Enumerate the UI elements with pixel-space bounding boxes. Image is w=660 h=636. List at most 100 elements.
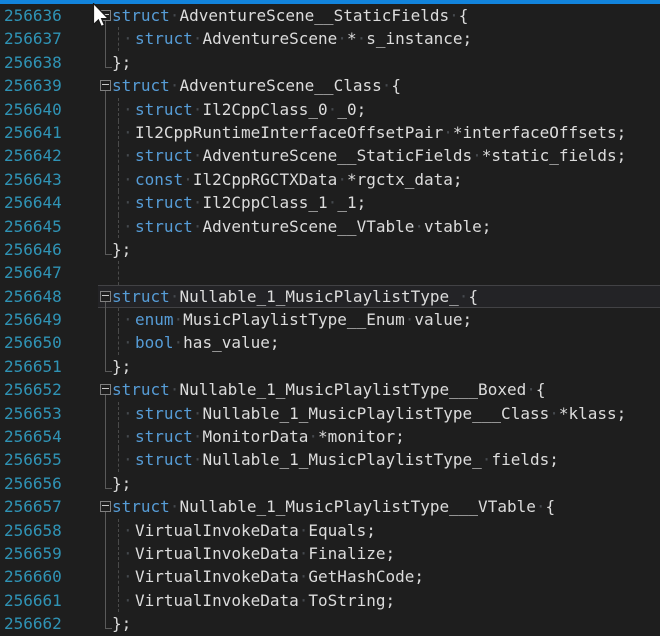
code-text[interactable]: struct·Nullable_1_MusicPlaylistType___Cl… — [112, 402, 660, 425]
line-number: 256657 — [0, 495, 100, 518]
code-text[interactable]: VirtualInvokeData·GetHashCode; — [112, 565, 660, 588]
code-text[interactable]: const·Il2CppRGCTXData·*rgctx_data; — [112, 168, 660, 191]
code-text[interactable]: struct·MonitorData·*monitor; — [112, 425, 660, 448]
keyword-token: struct — [112, 380, 170, 399]
whitespace-dot: · — [328, 193, 338, 212]
code-text[interactable]: struct·Il2CppClass_0·_0; — [112, 98, 660, 121]
identifier-token: }; — [112, 240, 131, 259]
code-text[interactable]: struct·AdventureScene__StaticFields·*sta… — [112, 144, 660, 167]
code-line: 256645struct·AdventureScene__VTable·vtab… — [0, 215, 660, 238]
fold-margin — [100, 331, 112, 354]
keyword-token: struct — [135, 29, 193, 48]
code-text[interactable]: }; — [112, 238, 660, 261]
code-text[interactable]: struct·AdventureScene__Class·{ — [112, 74, 660, 97]
identifier-token: ToString; — [308, 591, 395, 610]
identifier-token: Il2CppClass_0 — [202, 100, 327, 119]
identifier-token: *klass; — [559, 404, 626, 423]
fold-margin — [100, 4, 112, 27]
code-text[interactable]: bool·has_value; — [112, 331, 660, 354]
fold-collapse-icon[interactable] — [100, 384, 111, 395]
fold-margin — [100, 215, 112, 238]
whitespace-dot: · — [549, 404, 559, 423]
identifier-token: _1; — [337, 193, 366, 212]
fold-margin — [100, 238, 112, 261]
fold-margin — [100, 51, 112, 74]
code-text[interactable]: VirtualInvokeData·Equals; — [112, 519, 660, 542]
line-number: 256653 — [0, 402, 100, 425]
code-text[interactable]: enum·MusicPlaylistType__Enum·value; — [112, 308, 660, 331]
line-number: 256648 — [0, 285, 100, 308]
fold-margin — [100, 285, 112, 308]
code-text[interactable]: }; — [112, 51, 660, 74]
keyword-token: struct — [135, 427, 193, 446]
line-number: 256636 — [0, 4, 100, 27]
fold-margin — [100, 565, 112, 588]
identifier-token: VirtualInvokeData — [135, 521, 299, 540]
fold-margin — [100, 589, 112, 612]
code-line: 256646}; — [0, 238, 660, 261]
code-text[interactable]: struct·Nullable_1_MusicPlaylistType_·fie… — [112, 448, 660, 471]
whitespace-dot: · — [299, 591, 309, 610]
line-number: 256661 — [0, 589, 100, 612]
identifier-token: Finalize; — [308, 544, 395, 563]
code-line: 256657 struct·Nullable_1_MusicPlaylistTyp… — [0, 495, 660, 518]
fold-scope-line — [105, 542, 106, 565]
fold-scope-corner — [105, 488, 112, 489]
identifier-token: MusicPlaylistType__Enum — [183, 310, 405, 329]
fold-margin — [100, 27, 112, 50]
code-text[interactable]: struct·AdventureScene__VTable·vtable; — [112, 215, 660, 238]
code-text[interactable]: }; — [112, 472, 660, 495]
indent-tab — [112, 448, 135, 471]
fold-margin — [100, 612, 112, 635]
code-text[interactable] — [112, 261, 660, 284]
fold-scope-corner — [105, 51, 106, 68]
code-text[interactable]: struct·Nullable_1_MusicPlaylistType___VT… — [112, 495, 660, 518]
whitespace-dot: · — [328, 100, 338, 119]
code-text[interactable]: struct·AdventureScene·*·s_instance; — [112, 27, 660, 50]
keyword-token: struct — [135, 193, 193, 212]
fold-margin — [100, 144, 112, 167]
code-line: 256653 struct·Nullable_1_MusicPlaylistTyp… — [0, 402, 660, 425]
fold-scope-corner — [105, 628, 112, 629]
fold-collapse-icon[interactable] — [100, 291, 111, 302]
keyword-token: struct — [135, 217, 193, 236]
line-number: 256659 — [0, 542, 100, 565]
identifier-token: { — [468, 287, 478, 306]
keyword-token: const — [135, 170, 183, 189]
fold-scope-line — [105, 144, 106, 167]
whitespace-dot: · — [337, 170, 347, 189]
code-text[interactable]: VirtualInvokeData·Finalize; — [112, 542, 660, 565]
whitespace-dot: · — [183, 170, 193, 189]
code-text[interactable]: }; — [112, 612, 660, 635]
indent-tab — [112, 542, 135, 565]
identifier-token: AdventureScene__Class — [179, 76, 381, 95]
fold-scope-line — [105, 519, 106, 542]
code-text[interactable]: struct·Nullable_1_MusicPlaylistType___Bo… — [112, 378, 660, 401]
identifier-token: AdventureScene — [202, 29, 337, 48]
code-text[interactable]: }; — [112, 355, 660, 378]
fold-collapse-icon[interactable] — [100, 10, 111, 21]
fold-collapse-icon[interactable] — [100, 501, 111, 512]
fold-scope-corner — [105, 67, 112, 68]
identifier-token: Nullable_1_MusicPlaylistType_ — [202, 450, 481, 469]
line-number: 256647 — [0, 261, 100, 284]
fold-collapse-icon[interactable] — [100, 80, 111, 91]
identifier-token: vtable; — [424, 217, 491, 236]
code-text[interactable]: struct·Nullable_1_MusicPlaylistType_·{ — [112, 285, 660, 308]
identifier-token: GetHashCode; — [308, 567, 424, 586]
line-number: 256650 — [0, 331, 100, 354]
fold-margin — [100, 425, 112, 448]
code-text[interactable]: struct·Il2CppClass_1·_1; — [112, 191, 660, 214]
identifier-token: }; — [112, 474, 131, 493]
line-number: 256656 — [0, 472, 100, 495]
whitespace-dot: · — [193, 427, 203, 446]
code-text[interactable]: Il2CppRuntimeInterfaceOffsetPair·*interf… — [112, 121, 660, 144]
line-number: 256641 — [0, 121, 100, 144]
code-text[interactable]: VirtualInvokeData·ToString; — [112, 589, 660, 612]
code-text[interactable]: struct·AdventureScene__StaticFields·{ — [112, 4, 660, 27]
whitespace-dot: · — [170, 76, 180, 95]
fold-scope-line — [105, 589, 106, 612]
code-line: 256655struct·Nullable_1_MusicPlaylistTyp… — [0, 448, 660, 471]
whitespace-dot: · — [526, 380, 536, 399]
whitespace-dot: · — [170, 497, 180, 516]
